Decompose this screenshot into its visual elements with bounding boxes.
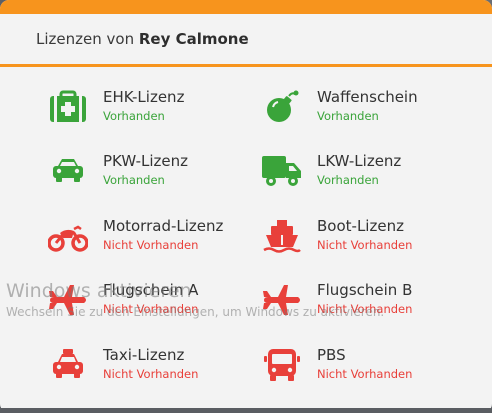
license-motorrad: Motorrad-Lizenz Nicht Vorhanden	[48, 213, 248, 261]
first-aid-kit-icon	[50, 90, 86, 122]
plane-icon	[49, 285, 86, 315]
license-name: LKW-Lizenz	[317, 152, 402, 170]
license-pkw: PKW-Lizenz Vorhanden	[48, 148, 248, 196]
license-panel: Lizenzen von Rey Calmone EHK-Lizenz Vorh…	[0, 0, 492, 413]
license-grid: EHK-Lizenz Vorhanden Waffenschein Vorhan…	[0, 67, 492, 413]
ship-icon	[263, 220, 301, 253]
license-status: Nicht Vorhanden	[103, 302, 199, 316]
license-name: Waffenschein	[317, 88, 418, 106]
license-status: Nicht Vorhanden	[317, 302, 413, 316]
license-status: Nicht Vorhanden	[103, 238, 199, 252]
license-name: Motorrad-Lizenz	[103, 217, 224, 235]
motorcycle-icon	[48, 225, 88, 252]
license-status: Vorhanden	[103, 109, 165, 123]
license-flugschein-b: Flugschein B Nicht Vorhanden	[262, 277, 462, 325]
license-ehk: EHK-Lizenz Vorhanden	[48, 84, 248, 132]
taxi-icon	[53, 349, 83, 378]
license-status: Nicht Vorhanden	[317, 238, 413, 252]
license-lkw: LKW-Lizenz Vorhanden	[262, 148, 462, 196]
bomb-icon	[267, 90, 299, 122]
license-taxi: Taxi-Lizenz Nicht Vorhanden	[48, 342, 248, 390]
bus-icon	[264, 349, 300, 381]
license-status: Vorhanden	[317, 109, 379, 123]
license-name: Boot-Lizenz	[317, 217, 404, 235]
license-status: Vorhanden	[103, 173, 165, 187]
license-status: Vorhanden	[317, 173, 379, 187]
license-name: Flugschein A	[103, 281, 199, 299]
background-bottom	[0, 408, 492, 413]
license-name: PKW-Lizenz	[103, 152, 188, 170]
license-name: Taxi-Lizenz	[103, 346, 185, 364]
license-name: EHK-Lizenz	[103, 88, 185, 106]
page-title: Lizenzen von Rey Calmone	[36, 30, 249, 48]
license-flugschein-a: Flugschein A Nicht Vorhanden	[48, 277, 248, 325]
license-status: Nicht Vorhanden	[317, 367, 413, 381]
car-icon	[53, 159, 83, 182]
player-name: Rey Calmone	[138, 30, 249, 48]
truck-icon	[262, 156, 301, 186]
title-prefix: Lizenzen von	[36, 30, 135, 48]
license-boot: Boot-Lizenz Nicht Vorhanden	[262, 213, 462, 261]
accent-top-bar	[0, 0, 492, 14]
license-status: Nicht Vorhanden	[103, 367, 199, 381]
license-waffenschein: Waffenschein Vorhanden	[262, 84, 462, 132]
plane-icon	[263, 285, 300, 315]
license-pbs: PBS Nicht Vorhanden	[262, 342, 462, 390]
panel-header: Lizenzen von Rey Calmone	[0, 14, 492, 65]
license-name: PBS	[317, 346, 346, 364]
license-name: Flugschein B	[317, 281, 413, 299]
